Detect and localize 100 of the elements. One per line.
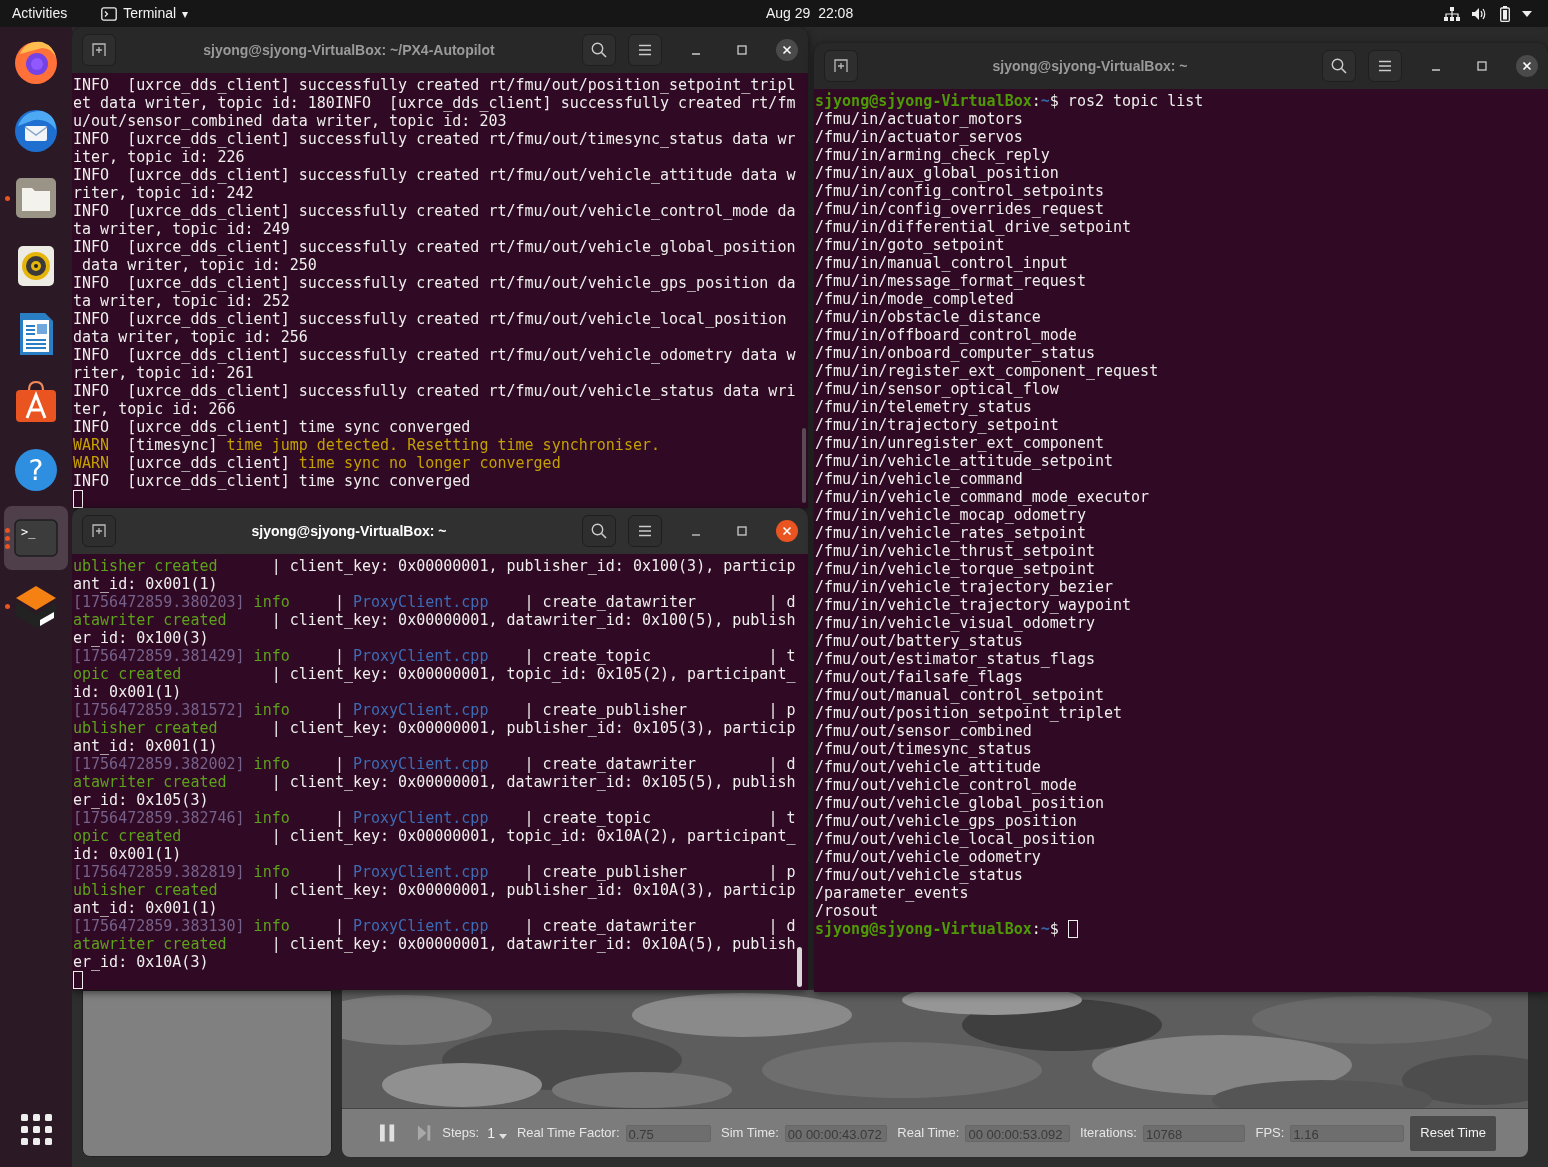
activities-button[interactable]: Activities — [12, 3, 68, 24]
dock-item[interactable]: >_ — [4, 506, 68, 570]
field-label: FPS: — [1255, 1124, 1285, 1143]
scrollbar-thumb[interactable] — [802, 428, 806, 503]
window-title: sjyong@sjyong-VirtualBox: ~ — [991, 56, 1189, 76]
terminal-line: /fmu/in/vehicle_torque_setpoint — [815, 560, 1095, 578]
terminal-line: data writer, topic id: 256 — [73, 328, 308, 346]
search-icon — [1331, 58, 1347, 74]
terminal-line: ant_id: 0x001(1) — [73, 899, 218, 917]
volume-icon — [1472, 6, 1488, 21]
terminal-line: /fmu/in/vehicle_trajectory_bezier — [815, 578, 1113, 596]
terminal-line: WARN [timesync] time jump detected. Resetting time synchroniser. — [73, 436, 660, 454]
terminal-line: /fmu/in/offboard_control_mode — [815, 326, 1077, 344]
terminal-line: /rosout — [815, 902, 879, 920]
maximize-icon — [737, 45, 747, 55]
search-button[interactable] — [1322, 50, 1356, 82]
terminal-line: /fmu/in/goto_setpoint — [815, 236, 1005, 254]
terminal-line: /fmu/in/vehicle_rates_setpoint — [815, 524, 1086, 542]
minimize-icon — [1431, 69, 1441, 71]
terminal-line: INFO [uxrce_dds_client] successfully created rt/fmu/out/vehicle_attitude data w — [73, 166, 796, 184]
close-icon — [1522, 61, 1532, 71]
clock[interactable]: Aug 29 22:08 — [766, 3, 854, 24]
search-icon — [591, 42, 607, 58]
terminal-line: /fmu/out/sensor_combined — [815, 722, 1032, 740]
terminal-line: /fmu/out/manual_control_setpoint — [815, 686, 1104, 704]
terminal-line: /fmu/in/vehicle_command — [815, 470, 1023, 488]
terminal-line: INFO [uxrce_dds_client] time sync converged — [73, 472, 471, 490]
search-button[interactable] — [582, 34, 616, 66]
terminal-line: /fmu/in/vehicle_thrust_setpoint — [815, 542, 1095, 560]
terminal-line: riter, topic id: 261 — [73, 364, 254, 382]
maximize-icon — [1477, 61, 1487, 71]
terminal-line: /fmu/in/aux_global_position — [815, 164, 1059, 182]
terminal-line: atawriter created | client_key: 0x00000001, datawriter_id: 0x10A(5), publish — [73, 935, 796, 953]
terminal-line: /fmu/out/battery_status — [815, 632, 1023, 650]
menu-icon — [638, 525, 652, 537]
caret-icon — [498, 1133, 507, 1139]
new-tab-icon — [92, 524, 106, 538]
scrollbar-thumb[interactable] — [797, 947, 802, 987]
terminal-line: u/out/sensor_combined data writer, topic id: 203 — [73, 112, 507, 130]
window-title: sjyong@sjyong-VirtualBox: ~/PX4-Autopilot — [202, 40, 496, 60]
text-cursor — [73, 971, 83, 989]
new-tab-button[interactable] — [82, 515, 116, 547]
close-button[interactable] — [776, 520, 798, 542]
terminal-line: /fmu/out/estimator_status_flags — [815, 650, 1095, 668]
new-tab-icon — [834, 59, 848, 73]
terminal-line: [1756472859.381429] info | ProxyClient.cpp | create_topic | t — [73, 647, 796, 665]
new-tab-button[interactable] — [82, 34, 116, 66]
terminal-line: ta writer, topic id: 252 — [73, 292, 290, 310]
terminal-line: /fmu/in/manual_control_input — [815, 254, 1068, 272]
terminal-line: /fmu/in/arming_check_reply — [815, 146, 1050, 164]
terminal-line: INFO [uxrce_dds_client] successfully created rt/fmu/out/vehicle_odometry data w — [73, 346, 796, 364]
terminal-line: [1756472859.380203] info | ProxyClient.cpp | create_datawriter | d — [73, 593, 796, 611]
terminal-line: /fmu/in/config_overrides_request — [815, 200, 1104, 218]
terminal-line: INFO [uxrce_dds_client] successfully created rt/fmu/out/position_setpoint_tripl — [73, 76, 796, 94]
system-menu[interactable] — [1444, 5, 1532, 22]
terminal-line: ant_id: 0x001(1) — [73, 575, 218, 593]
terminal-line: [1756472859.382002] info | ProxyClient.cpp | create_datawriter | d — [73, 755, 796, 773]
app-grid-icon — [20, 1113, 52, 1145]
maximize-icon — [737, 526, 747, 536]
terminal-line: [1756472859.381572] info | ProxyClient.cpp | create_publisher | p — [73, 701, 796, 719]
reset-time-button[interactable]: Reset Time — [1410, 1115, 1496, 1151]
terminal-line: /fmu/in/vehicle_command_mode_executor — [815, 488, 1150, 506]
new-tab-icon — [92, 43, 106, 57]
terminal-line: INFO [uxrce_dds_client] successfully created rt/fmu/out/vehicle_status data wri — [73, 382, 796, 400]
terminal-line: /fmu/in/telemetry_status — [815, 398, 1032, 416]
terminal-line: /fmu/out/vehicle_attitude — [815, 758, 1041, 776]
menu-icon — [1378, 60, 1392, 72]
terminal-line: /parameter_events — [815, 884, 969, 902]
menu-button[interactable] — [628, 515, 662, 547]
menu-button[interactable] — [628, 34, 662, 66]
close-button[interactable] — [776, 39, 798, 61]
terminal-line: /fmu/out/vehicle_odometry — [815, 848, 1041, 866]
terminal-line: atawriter created | client_key: 0x00000001, datawriter_id: 0x100(5), publish — [73, 611, 796, 629]
terminal-line: /fmu/out/vehicle_status — [815, 866, 1023, 884]
search-button[interactable] — [582, 515, 616, 547]
terminal-line: /fmu/out/failsafe_flags — [815, 668, 1023, 686]
close-button[interactable] — [1516, 55, 1538, 77]
terminal-line: /fmu/in/obstacle_distance — [815, 308, 1041, 326]
pause-icon[interactable] — [380, 1124, 396, 1142]
terminal-line: iter, topic id: 226 — [73, 148, 245, 166]
terminal-line: /fmu/in/vehicle_trajectory_waypoint — [815, 596, 1132, 614]
help-icon: ? — [12, 446, 60, 494]
new-tab-button[interactable] — [824, 50, 858, 82]
text-cursor — [1067, 920, 1078, 938]
terminal-line: /fmu/out/position_setpoint_triplet — [815, 704, 1123, 722]
app-menu[interactable]: Terminal ▾ — [101, 3, 189, 24]
terminal-line: [1756472859.383130] info | ProxyClient.cpp | create_datawriter | d — [73, 917, 796, 935]
field-label: Sim Time: — [721, 1124, 779, 1143]
steps-dropdown[interactable]: 1 — [487, 1122, 507, 1144]
terminal-line: /fmu/in/actuator_motors — [815, 110, 1023, 128]
terminal-line: /fmu/in/vehicle_mocap_odometry — [815, 506, 1086, 524]
dock-item[interactable]: ? — [4, 438, 68, 502]
text-cursor — [73, 490, 83, 508]
terminal-line: riter, topic id: 242 — [73, 184, 254, 202]
terminal-icon — [101, 6, 118, 21]
menu-button[interactable] — [1368, 50, 1402, 82]
field-label: Real Time: — [897, 1124, 960, 1143]
terminal-line: /fmu/in/sensor_optical_flow — [815, 380, 1059, 398]
window-title: sjyong@sjyong-VirtualBox: ~ — [250, 521, 448, 541]
terminal-line: INFO [uxrce_dds_client] successfully created rt/fmu/out/vehicle_control_mode da — [73, 202, 796, 220]
